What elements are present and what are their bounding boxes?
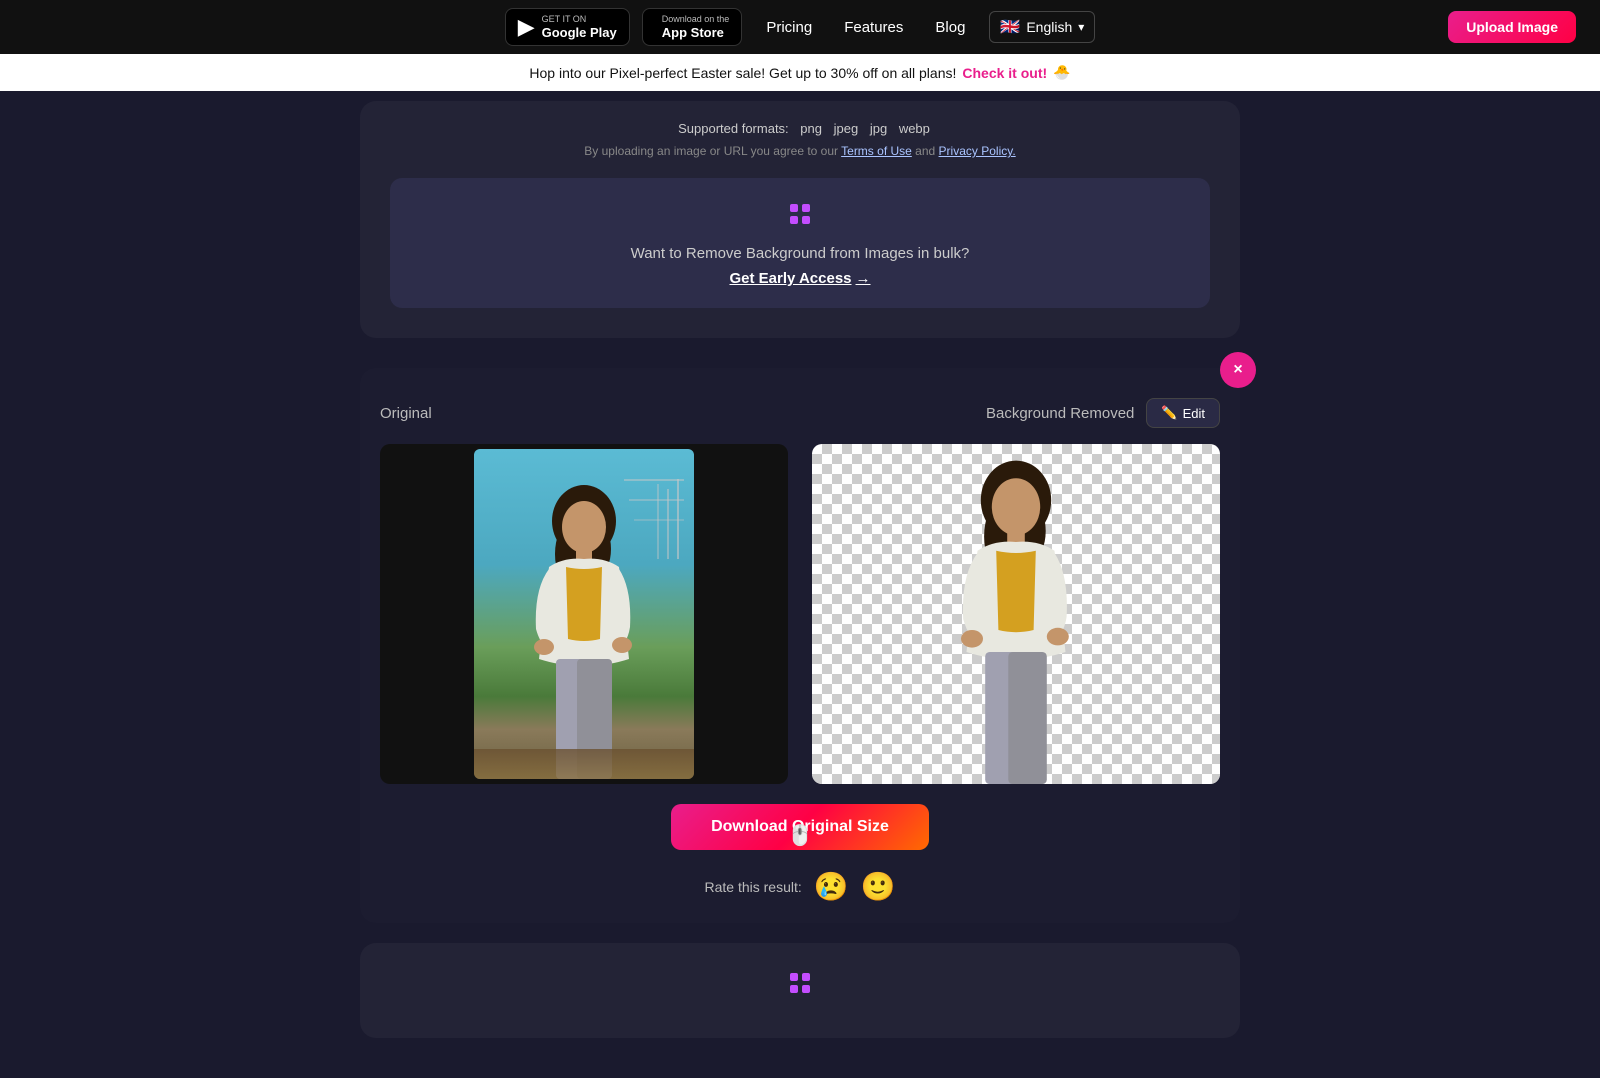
bottom-bulk-card [360, 943, 1240, 1038]
checker-background [812, 444, 1220, 784]
bottom-bulk-icon [384, 967, 1216, 1006]
close-button[interactable]: × [1220, 352, 1256, 388]
upload-card: Supported formats: png jpeg jpg webp By … [360, 101, 1240, 338]
language-label: English [1026, 19, 1072, 35]
terms-link[interactable]: Terms of Use [841, 144, 912, 158]
google-play-small-label: GET IT ON [542, 14, 617, 25]
app-store-small-label: Download on the [662, 14, 730, 25]
original-image-panel [380, 444, 788, 784]
images-row [380, 444, 1220, 784]
background-removed-label: Background Removed [986, 405, 1134, 422]
rate-label: Rate this result: [704, 879, 801, 895]
original-label: Original [380, 405, 800, 422]
promo-text: Hop into our Pixel-perfect Easter sale! … [529, 65, 956, 81]
app-store-large-label: App Store [662, 25, 730, 41]
bulk-promo-icon [410, 198, 1190, 237]
nav-features[interactable]: Features [844, 19, 903, 36]
google-play-badge[interactable]: ▶ GET IT ON Google Play [505, 8, 630, 46]
edit-button[interactable]: ✏️ Edit [1146, 398, 1220, 428]
chevron-down-icon: ▾ [1078, 20, 1084, 34]
navbar: ▶ GET IT ON Google Play Download on the … [0, 0, 1600, 54]
app-badges: ▶ GET IT ON Google Play Download on the … [505, 8, 743, 46]
google-play-icon: ▶ [518, 14, 535, 40]
privacy-link[interactable]: Privacy Policy. [939, 144, 1016, 158]
download-area: Download Original Size 🖱️ [380, 804, 1220, 850]
nav-links: Pricing Features Blog [766, 19, 965, 36]
bulk-promo-text: Want to Remove Background from Images in… [410, 245, 1190, 262]
removed-label-container: Background Removed ✏️ Edit [800, 398, 1220, 428]
promo-link[interactable]: Check it out! [962, 65, 1047, 81]
early-access-link[interactable]: Get Early Access → [729, 270, 870, 287]
nav-blog[interactable]: Blog [935, 19, 965, 36]
edit-pen-icon: ✏️ [1161, 405, 1177, 421]
download-original-size-button[interactable]: Download Original Size 🖱️ [671, 804, 929, 850]
app-store-badge[interactable]: Download on the App Store [642, 8, 743, 46]
removed-image-panel [812, 444, 1220, 784]
supported-formats: Supported formats: png jpeg jpg webp [390, 121, 1210, 136]
bulk-promo-card: Want to Remove Background from Images in… [390, 178, 1210, 308]
upload-image-button[interactable]: Upload Image [1448, 11, 1576, 43]
nav-pricing[interactable]: Pricing [766, 19, 812, 36]
result-section: × Original Background Removed ✏️ Edit [360, 368, 1240, 923]
promo-banner: Hop into our Pixel-perfect Easter sale! … [0, 54, 1600, 91]
google-play-large-label: Google Play [542, 25, 617, 41]
result-header: Original Background Removed ✏️ Edit [380, 398, 1220, 428]
terms-text: By uploading an image or URL you agree t… [390, 144, 1210, 158]
promo-emoji: 🐣 [1053, 64, 1070, 81]
sad-rating-button[interactable]: 😢 [814, 870, 849, 903]
rate-row: Rate this result: 😢 🙂 [380, 870, 1220, 903]
main-content: Supported formats: png jpeg jpg webp By … [340, 91, 1260, 1078]
language-selector[interactable]: 🇬🇧 English ▾ [989, 11, 1095, 43]
neutral-rating-button[interactable]: 🙂 [861, 870, 896, 903]
flag-icon: 🇬🇧 [1000, 17, 1020, 37]
